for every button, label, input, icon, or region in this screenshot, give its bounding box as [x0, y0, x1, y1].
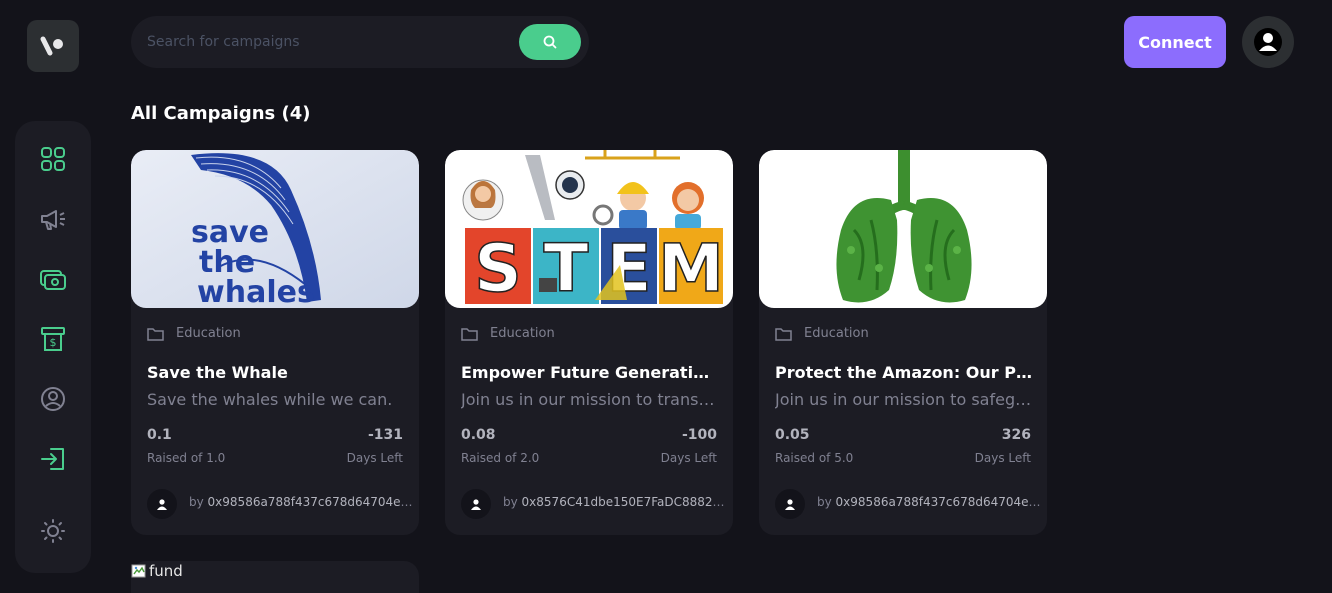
user-icon [1254, 28, 1282, 56]
user-icon [785, 499, 795, 510]
stem-letter-t: T [543, 230, 588, 307]
owner-avatar [461, 489, 491, 519]
campaign-card[interactable]: S T E M Education Empower Future Generat… [445, 150, 733, 535]
owner-avatar [147, 489, 177, 519]
withdraw-icon: $ [41, 327, 65, 351]
amount-raised: 0.1 [147, 427, 172, 443]
sidebar-item-profile[interactable] [37, 383, 69, 415]
sidebar-item-withdraw[interactable]: $ [37, 323, 69, 355]
campaign-category: Education [461, 326, 555, 341]
broken-image: fund [131, 562, 183, 580]
amount-raised: 0.05 [775, 427, 810, 443]
owner-address: 0x98586a788f437c678d64704e17... [835, 495, 1045, 509]
days-left-label: Days Left [346, 451, 403, 465]
folder-icon [147, 327, 164, 341]
sun-icon [41, 519, 65, 543]
campaign-description: Join us in our mission to safeguard the … [775, 390, 1033, 409]
campaign-image: save the whales [131, 150, 419, 308]
campaign-category: Education [147, 326, 241, 341]
page-title: All Campaigns (4) [131, 103, 311, 124]
category-label: Education [176, 326, 241, 341]
image-alt-text: fund [149, 562, 183, 580]
category-label: Education [490, 326, 555, 341]
campaign-icon [41, 210, 65, 230]
search-input[interactable] [147, 29, 507, 55]
category-label: Education [804, 326, 869, 341]
raised-of-label: Raised of 2.0 [461, 451, 540, 465]
folder-icon [775, 327, 792, 341]
raised-of-label: Raised of 1.0 [147, 451, 226, 465]
campaign-title: Save the Whale [147, 363, 288, 382]
owner-prefix: by [503, 495, 522, 509]
owner-address: 0x8576C41dbe150E7FaDC88829C... [521, 495, 731, 509]
folder-icon [461, 327, 478, 341]
whale-text-3: whales [197, 275, 315, 308]
connect-button[interactable]: Connect [1124, 16, 1226, 68]
owner-avatar [775, 489, 805, 519]
days-left-value: 326 [1001, 427, 1031, 443]
owner-address: 0x98586a788f437c678d64704e17... [207, 495, 417, 509]
campaign-title: Empower Future Generations Through STEM [461, 363, 719, 382]
sidebar-item-payment[interactable] [37, 263, 69, 295]
broken-image-icon [131, 564, 146, 578]
sidebar-item-logout[interactable] [37, 443, 69, 475]
days-left-value: -100 [681, 427, 717, 443]
campaign-category: Education [775, 326, 869, 341]
stem-letter-s: S [474, 230, 522, 307]
sidebar-item-campaign[interactable] [37, 203, 69, 235]
payment-icon [40, 270, 66, 290]
campaign-owner: by 0x98586a788f437c678d64704e17... [817, 495, 1045, 509]
amount-raised: 0.08 [461, 427, 496, 443]
raised-of-label: Raised of 5.0 [775, 451, 854, 465]
owner-prefix: by [189, 495, 208, 509]
app-logo[interactable] [27, 20, 79, 72]
profile-icon [41, 387, 65, 411]
campaign-description: Save the whales while we can. [147, 390, 393, 409]
campaign-title: Protect the Amazon: Our Planet's Lungs [775, 363, 1033, 382]
user-icon [157, 499, 167, 510]
days-left-label: Days Left [974, 451, 1031, 465]
search-bar [131, 16, 589, 68]
days-left-label: Days Left [660, 451, 717, 465]
sidebar: $ [15, 121, 91, 573]
campaign-description: Join us in our mission to transform educ… [461, 390, 719, 409]
campaign-card[interactable]: Education Protect the Amazon: Our Planet… [759, 150, 1047, 535]
campaign-owner: by 0x98586a788f437c678d64704e17... [189, 495, 417, 509]
days-left-value: -131 [367, 427, 403, 443]
svg-text:$: $ [50, 336, 57, 349]
sidebar-item-dashboard[interactable] [37, 143, 69, 175]
dashboard-icon [41, 147, 65, 171]
profile-avatar-button[interactable] [1242, 16, 1294, 68]
theme-toggle[interactable] [37, 515, 69, 547]
campaign-image [759, 150, 1047, 308]
logo-icon [40, 36, 63, 56]
search-button[interactable] [519, 24, 581, 60]
user-icon [471, 499, 481, 510]
logout-icon [41, 448, 64, 470]
campaign-image: S T E M [445, 150, 733, 308]
campaign-owner: by 0x8576C41dbe150E7FaDC88829C... [503, 495, 731, 509]
search-icon [543, 35, 557, 49]
stem-letter-m: M [658, 230, 724, 307]
campaign-card[interactable]: save the whales Education Save the Whale… [131, 150, 419, 535]
owner-prefix: by [817, 495, 836, 509]
